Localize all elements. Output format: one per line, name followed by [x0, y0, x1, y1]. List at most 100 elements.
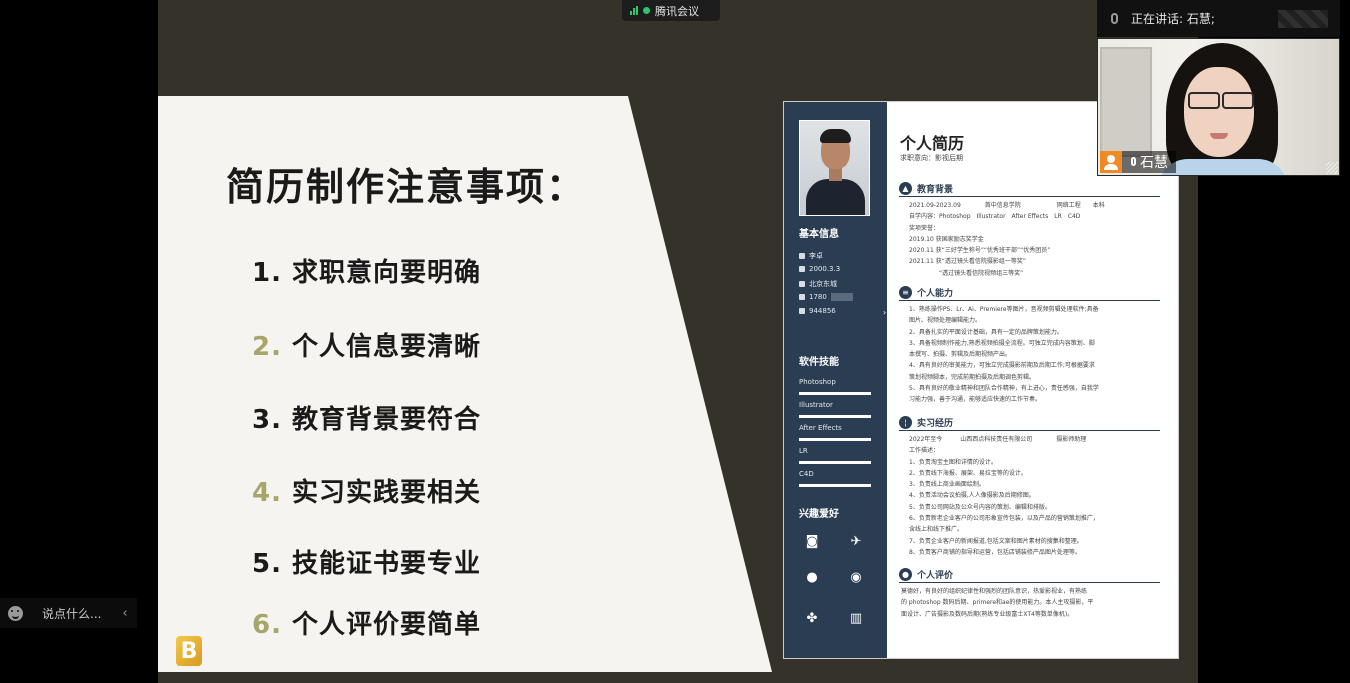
chat-input[interactable]: 说点什么...	[30, 605, 113, 622]
resume-line: 图片、视频处理编辑能力。	[909, 317, 982, 325]
resize-handle[interactable]	[1326, 162, 1338, 174]
slide-point-2: 2. 个人信息要清晰	[252, 326, 481, 363]
phone-icon	[799, 294, 805, 300]
resume-line: 3、具备视频制作能力,熟悉视频拍摄全流程。可独立完成内容策划、脚	[909, 338, 1160, 349]
person-icon: ●	[899, 568, 912, 581]
section-abilities: ≡ 个人能力 1、熟练操作PS、Lr、Ai、Premiere等图片，音视频剪辑处理…	[899, 286, 1160, 406]
emoji-icon[interactable]	[0, 598, 30, 628]
slide-point-3: 3. 教育背景要符合	[252, 399, 481, 436]
participant-name: 石慧	[1140, 155, 1168, 171]
section-heading: 实习经历	[917, 419, 954, 429]
basketball-icon: ●	[806, 570, 818, 585]
point-number: 1.	[252, 258, 282, 288]
resume-line: 7、负责企业客户的新闻报道,包括文案和图片素材的搜集和整理。	[909, 536, 1160, 547]
resume-line: 本撰写、拍摄、剪辑及后期视频产出。	[909, 351, 1012, 359]
chevron-right-icon: ›	[883, 308, 887, 317]
resume-line: 4、负责活动会议拍摄,人人像摄影及后期修图。	[909, 490, 1160, 501]
meeting-app-name: 腾讯会议	[655, 4, 699, 18]
camera-icon: ◙	[805, 534, 819, 549]
point-number: 3.	[252, 405, 282, 435]
resume-line: 8、负责客户商铺的指导和运营，包括店铺装修产品图片处理等。	[909, 547, 1160, 558]
resume-document: 基本信息 李卓 2000.3.3 北京东城 1780 944856 › 软件技能…	[783, 101, 1179, 659]
cake-icon	[799, 266, 805, 272]
slide-point-5: 5. 技能证书要专业	[252, 543, 481, 580]
game-icon: ✤	[806, 611, 818, 626]
graduation-cap-icon: ▲	[899, 182, 912, 195]
section-heading: 个人能力	[917, 289, 954, 299]
point-number: 5.	[252, 549, 282, 579]
resume-line: 自学内容：Photoshop Illustrator After Effects…	[909, 211, 1160, 222]
resume-line: 5、负责公司网站及公众号内容的策划、编辑和排版。	[909, 502, 1160, 513]
brand-logo: B	[176, 636, 202, 666]
point-text: 教育背景要符合	[292, 405, 482, 435]
skill-label: After Effects	[799, 424, 842, 432]
point-text: 技能证书要专业	[292, 549, 482, 579]
point-number: 6.	[252, 610, 282, 640]
football-icon: ◉	[850, 570, 862, 585]
chat-input-bar[interactable]: 说点什么... ‹	[0, 598, 137, 628]
resume-line: 6、负责新老企业客户的公司形象宣传包装，以及产品的营销策划推广，	[909, 513, 1160, 524]
info-phone: 1780	[799, 293, 853, 301]
resume-line: 莫德好，有良好的组织纪律性和强烈的团队意识，热爱影视业，有熟练	[901, 588, 1088, 595]
skill-bar	[799, 415, 871, 418]
thermometer-icon: ¦	[899, 416, 912, 429]
resume-line: 面设计、广告摄影及数码后期(熟练专业级富士XT4等数单像机)。	[901, 610, 1074, 618]
skill-label: Illustrator	[799, 401, 833, 409]
skill-bar	[799, 438, 871, 441]
meeting-info-tag[interactable]: 腾讯会议	[622, 0, 720, 21]
resume-line: 习能力强，善于沟通，能够适应快速的工作节奏。	[909, 396, 1042, 404]
location-icon	[799, 281, 805, 287]
resume-line: 3、负责线上商业画面绘制。	[909, 479, 1160, 490]
point-number: 4.	[252, 478, 282, 508]
mail-icon	[799, 308, 805, 314]
slide-point-4: 4. 实习实践要相关	[252, 472, 481, 509]
participant-video[interactable]: 石慧	[1097, 38, 1340, 176]
skill-bar	[799, 392, 871, 395]
resume-line: 5、具有良好的敬业精神和团队合作精神，有上进心，责任感强，自我学	[909, 383, 1160, 394]
layers-icon: ≡	[899, 286, 912, 299]
recording-dot-icon	[643, 7, 650, 14]
mic-icon	[1126, 156, 1140, 169]
shared-screen-slide: 简历制作注意事项： 1. 求职意向要明确 2. 个人信息要清晰 3. 教育背景要…	[158, 0, 1198, 683]
point-text: 个人评价要简单	[292, 610, 482, 640]
skill-bar	[799, 484, 871, 487]
section-heading: 教育背景	[917, 185, 954, 195]
section-internship: ¦ 实习经历 2022年至今 山西西点科技责任有限公司 摄影师助理 工作描述： 1…	[899, 416, 1160, 558]
resume-subtitle: 求职意向：影视后期	[900, 154, 963, 162]
skill-label: Photoshop	[799, 378, 836, 386]
point-text: 求职意向要明确	[292, 258, 482, 288]
slide-point-6: 6. 个人评价要简单	[252, 604, 481, 641]
point-text: 实习实践要相关	[292, 478, 482, 508]
info-text: 李卓	[809, 252, 823, 260]
resume-line: 的 photoshop 数码后期、primere和ae的使用能力。本人主攻摄影，…	[901, 599, 1094, 607]
collapse-chevron-icon[interactable]: ‹	[113, 606, 137, 621]
point-text: 个人信息要清晰	[292, 332, 482, 362]
person-icon	[799, 253, 805, 259]
speaker-deco	[1278, 9, 1328, 28]
resume-line: 2020.11 获“三好学生称号”“优秀班干部”“优秀团员”	[909, 245, 1160, 256]
skill-label: C4D	[799, 470, 814, 478]
info-name: 李卓	[799, 251, 823, 261]
hobbies-heading: 兴趣爱好	[799, 509, 839, 520]
book-icon: ▥	[849, 611, 863, 626]
current-speaker-label: 正在讲话: 石慧;	[1131, 12, 1215, 26]
resume-photo	[799, 120, 870, 216]
info-text: 944856	[809, 307, 836, 315]
info-email: 944856	[799, 307, 836, 315]
resume-title: 个人简历	[900, 134, 965, 153]
video-name-tag: 石慧	[1100, 151, 1176, 173]
mic-icon	[1097, 13, 1131, 24]
skills-heading: 软件技能	[799, 357, 839, 368]
info-text: 1780	[809, 293, 827, 301]
resume-main: 个人简历 求职意向：影视后期 ▲ 教育背景 2021.09-2023.09 首中信…	[887, 102, 1178, 658]
resume-line: 2022年至今 山西西点科技责任有限公司 摄影师助理	[909, 434, 1160, 445]
section-education: ▲ 教育背景 2021.09-2023.09 首中信息学院 网络工程 本科 自学内…	[899, 182, 1160, 279]
resume-line: 2021.11 获“透过镜头看信院摄影组一等奖”	[909, 256, 1160, 267]
info-location: 北京东城	[799, 279, 837, 289]
resume-line: 策划视频脚本，完成前期拍摄及后期调色剪辑。	[909, 373, 1036, 381]
resume-line: 2021.09-2023.09 首中信息学院 网络工程 本科	[909, 200, 1160, 211]
signal-icon	[630, 6, 638, 15]
resume-line: 2、具备扎实的平面设计基础，具有一定的品牌策划能力。	[909, 327, 1160, 338]
resume-line: 2019.10 获国家励志奖学金	[909, 234, 1160, 245]
section-heading: 个人评价	[917, 571, 954, 581]
